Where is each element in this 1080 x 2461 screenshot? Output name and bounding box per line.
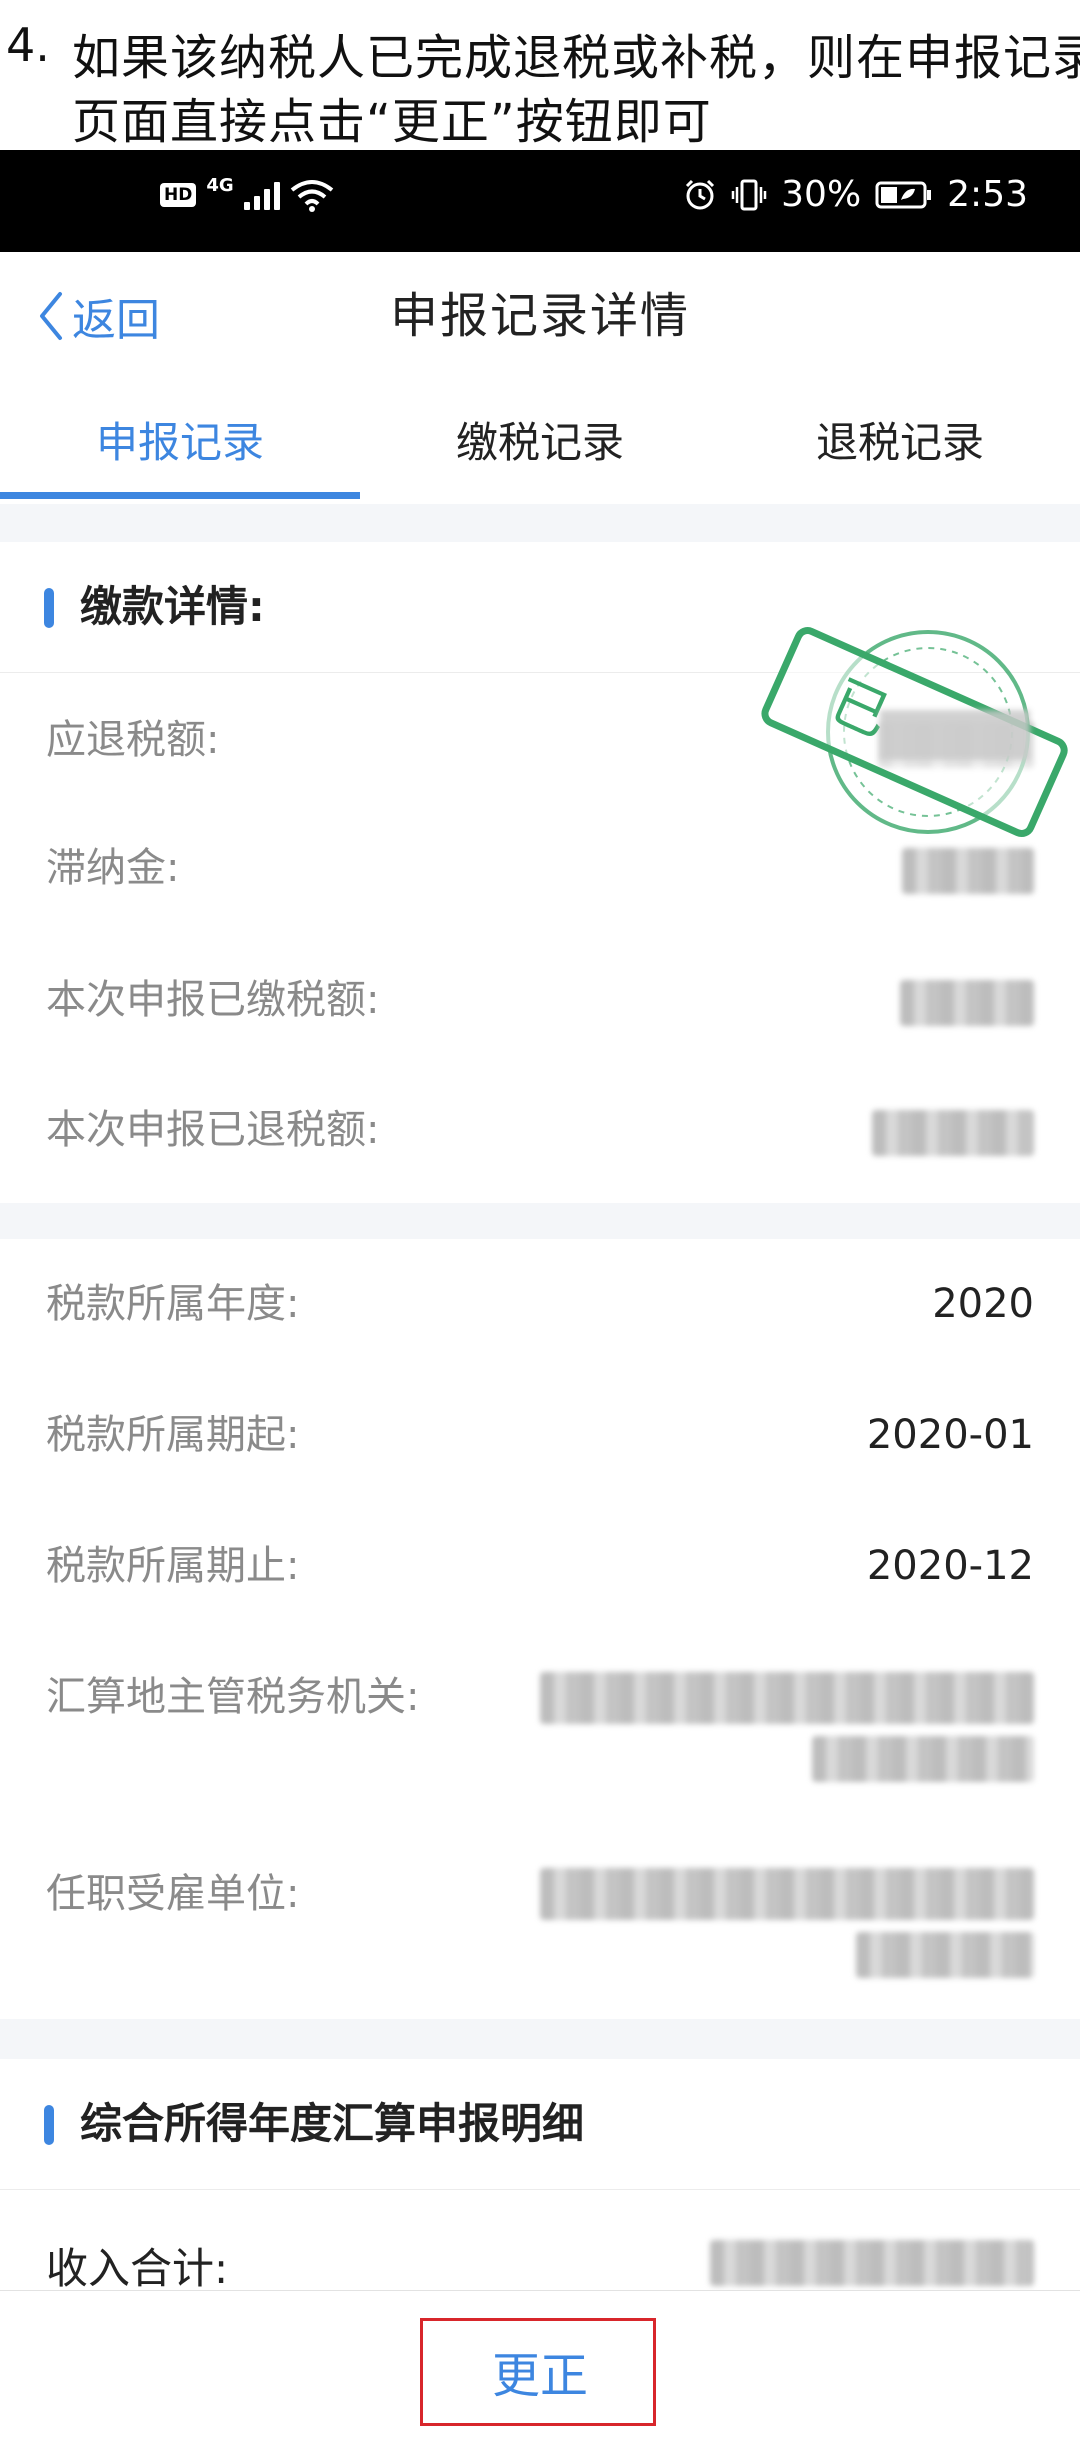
tax-authority-label: 汇算地主管税务机关: [46, 1674, 420, 1720]
refund-amount-label: 应退税额: [46, 717, 220, 763]
hd-badge: HD [160, 183, 197, 207]
battery-percent: 30% [781, 174, 862, 215]
vibrate-icon [731, 179, 767, 210]
period-start-label: 税款所属期起: [46, 1412, 300, 1458]
section-gap [0, 504, 1080, 542]
status-right: 30% 2:53 [683, 174, 1028, 215]
active-tab-indicator [0, 492, 360, 499]
redacted-value [540, 1672, 1034, 1724]
instruction-caption: 4. 如果该纳税人已完成退税或补税，则在申报记录 页面直接点击“更正”按钮即可 [0, 0, 1080, 150]
tab-refund-records[interactable]: 退税记录 [720, 380, 1080, 504]
annual-settlement-title: 综合所得年度汇算申报明细 [80, 2099, 585, 2148]
redacted-value [812, 1736, 1034, 1782]
back-label: 返回 [72, 295, 160, 346]
stamp-seal: 已 [761, 627, 1068, 837]
section-marker [44, 588, 54, 628]
period-end-label: 税款所属期止: [46, 1543, 300, 1589]
caption-line-1: 如果该纳税人已完成退税或补税，则在申报记录 [72, 30, 1080, 86]
tax-year-label: 税款所属年度: [46, 1281, 300, 1327]
section-marker [44, 2105, 54, 2145]
signal-icon [243, 180, 280, 210]
record-tabs: 申报记录 缴税记录 退税记录 [0, 380, 1080, 506]
period-end-value: 2020-12 [866, 1543, 1034, 1589]
payment-details-title: 缴款详情: [80, 582, 265, 631]
clock-time: 2:53 [947, 174, 1028, 215]
tax-year-value: 2020 [932, 1281, 1034, 1327]
redacted-value [540, 1868, 1034, 1920]
income-total-label: 收入合计: [46, 2244, 229, 2293]
alarm-icon [686, 179, 715, 209]
back-button[interactable]: 返回 [36, 252, 160, 380]
correct-button[interactable]: 更正 [0, 2291, 1080, 2461]
period-start-value: 2020-01 [866, 1412, 1034, 1458]
chevron-left-icon [40, 292, 62, 340]
battery-icon [875, 181, 932, 208]
employer-label: 任职受雇单位: [46, 1871, 300, 1917]
late-fee-label: 滞纳金: [46, 845, 180, 891]
status-left: HD 4G [160, 174, 334, 212]
caption-step-number: 4. [6, 18, 50, 72]
redacted-value [872, 1110, 1034, 1156]
section-gap [0, 1203, 1080, 1239]
wifi-icon [290, 180, 333, 212]
redacted-value [710, 2240, 1034, 2286]
redacted-value [902, 848, 1034, 894]
page-title: 申报记录详情 [389, 288, 690, 344]
tab-declaration-records[interactable]: 申报记录 [0, 380, 360, 504]
section-gap [0, 2019, 1080, 2059]
redacted-value [856, 1932, 1034, 1978]
bottom-action-bar: 更正 [0, 2290, 1080, 2461]
caption-line-2: 页面直接点击“更正”按钮即可 [72, 94, 712, 150]
refunded-tax-label: 本次申报已退税额: [46, 1107, 380, 1153]
annual-settlement-header: 综合所得年度汇算申报明细 [0, 2059, 1080, 2190]
tab-payment-records[interactable]: 缴税记录 [360, 380, 720, 504]
status-bar: HD 4G 30% 2:53 [0, 150, 1080, 252]
paid-tax-label: 本次申报已缴税额: [46, 977, 380, 1023]
navigation-bar: 申报记录详情 返回 [0, 252, 1080, 381]
redacted-value [900, 980, 1034, 1026]
network-type: 4G [206, 174, 234, 196]
